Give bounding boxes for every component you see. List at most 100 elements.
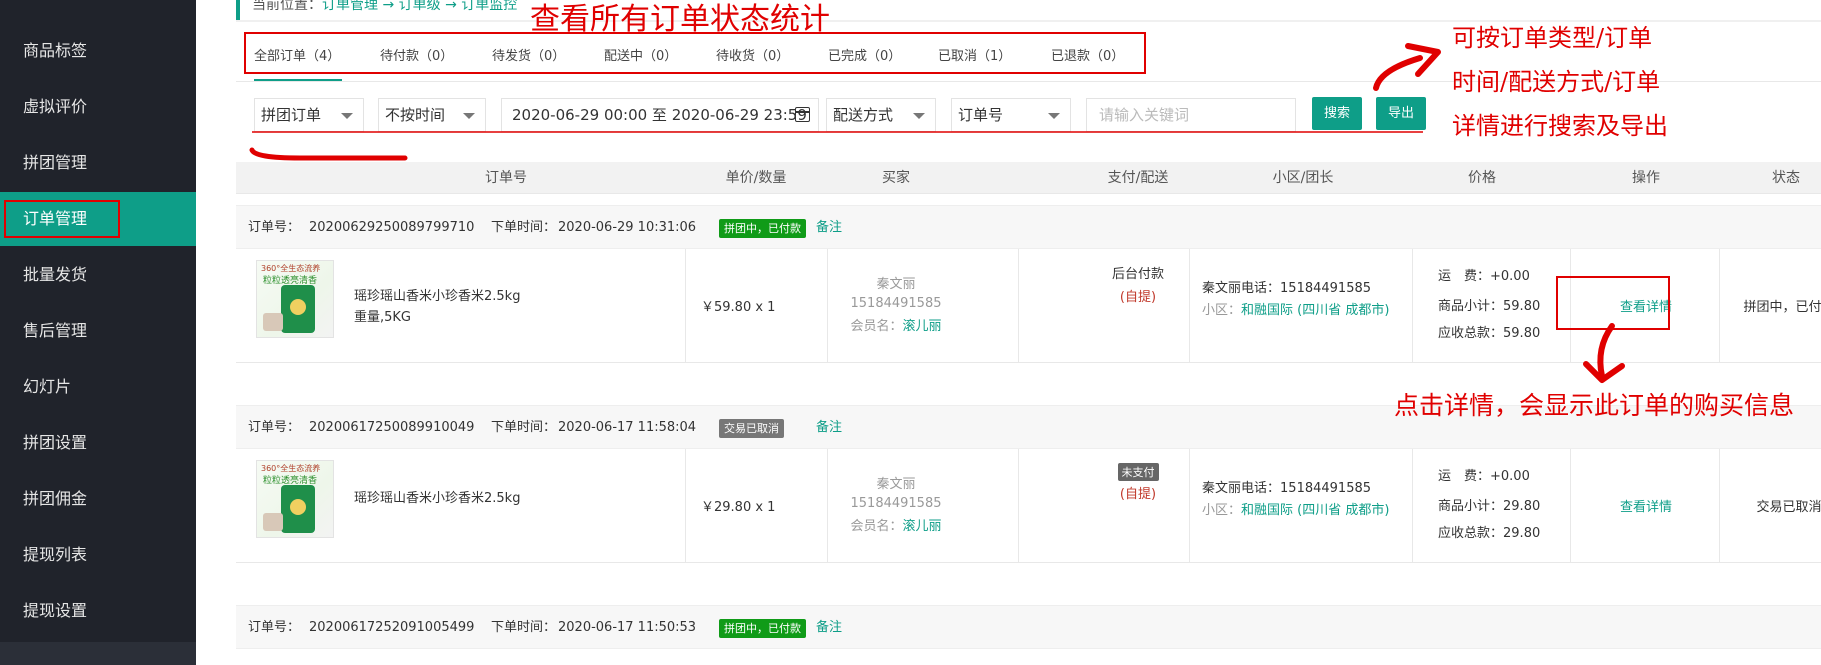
- annotation-detail: 点击详情，会显示此订单的购买信息: [1394, 391, 1795, 420]
- order-status: 拼团中，已付款: [1743, 300, 1821, 315]
- order-no-value: 20200617250089910049⁠⁠: [309, 420, 475, 435]
- remark-link[interactable]: 备注: [816, 606, 842, 650]
- sidebar-item-withdraw-list[interactable]: 提现列表: [0, 528, 196, 582]
- calendar-icon: [795, 107, 810, 122]
- sidebar-item-batch-ship[interactable]: 批量发货: [0, 248, 196, 302]
- shipping-fee: +0.00: [1490, 469, 1530, 484]
- annotation-box-view-detail: [1556, 276, 1670, 330]
- annotation-stats: 查看所有订单状态统计: [530, 2, 830, 37]
- rice-bag-icon: [281, 485, 315, 533]
- price-summary: 运 费：+0.00 商品小计：29.80 应收总款：29.80: [1402, 461, 1562, 546]
- annotation-search-line3: 详情进行搜索及导出: [1452, 112, 1668, 140]
- subtotal-value: 59.80: [1503, 299, 1541, 314]
- sidebar-item-virtual-reviews[interactable]: 虚拟评价: [0, 80, 196, 134]
- subtotal-label: 商品小计：: [1438, 299, 1504, 314]
- sidebar-item-group-settings[interactable]: 拼团设置: [0, 416, 196, 470]
- pay-delivery-info: 后台付款 (自提): [1078, 263, 1198, 305]
- header-action: 操作: [1632, 170, 1660, 186]
- header-community: 小区/团长: [1272, 170, 1334, 186]
- order-status: 交易已取消: [1756, 500, 1821, 515]
- leader-phone: 15184491585: [1280, 481, 1372, 496]
- sidebar-item-group-buy[interactable]: 拼团管理: [0, 136, 196, 190]
- order-time-value: 2020-06-17 11:58:04: [558, 420, 697, 435]
- header-status: 状态: [1772, 170, 1800, 186]
- cell-divider: [685, 249, 686, 363]
- product-name: 瑶珍瑶山香米小珍香米2.5kg: [354, 289, 521, 304]
- remark-link[interactable]: 备注: [816, 406, 842, 450]
- breadcrumb-link-monitor[interactable]: 订单监控: [461, 0, 517, 13]
- main-content: 当前位置：订单管理 → 订单级 → 订单监控 全部订单（4） 待付款（0） 待发…: [196, 0, 1821, 665]
- delivery-method-value: 配送方式: [833, 106, 894, 124]
- leader-name: 秦文丽: [1202, 281, 1242, 296]
- buyer-phone: 15184491585: [850, 296, 942, 311]
- community-link[interactable]: 和融国际 (四川省 成都市): [1241, 303, 1389, 318]
- community-link[interactable]: 和融国际 (四川省 成都市): [1241, 503, 1389, 518]
- time-mode-value: 不按时间: [385, 106, 446, 124]
- total-value: 59.80: [1503, 326, 1541, 341]
- table-header: 订单号 单价/数量 买家 支付/配送 小区/团长 价格 操作 状态: [236, 162, 1821, 194]
- cell-divider: [1018, 249, 1019, 363]
- buyer-info: 秦文丽 15184491585 会员名：滚儿丽: [796, 273, 996, 334]
- order-type-select[interactable]: 拼团订单: [254, 98, 364, 132]
- cell-divider: [1570, 449, 1571, 563]
- header-buyer: 买家: [882, 170, 910, 186]
- order-no-label: 订单号：: [248, 220, 301, 235]
- delivery-method-select[interactable]: 配送方式: [826, 98, 936, 132]
- breadcrumb-link-orders[interactable]: 订单管理: [322, 0, 378, 13]
- rice-bowl-icon: [263, 513, 283, 531]
- view-detail-link[interactable]: 查看详情: [1576, 496, 1716, 515]
- community-label: 小区：: [1202, 503, 1242, 518]
- delivery-method: (自提): [1119, 290, 1157, 305]
- chevron-down-icon: [913, 113, 925, 119]
- total-label: 应收总款：: [1438, 326, 1504, 341]
- sidebar-item-group-commission[interactable]: 拼团佣金: [0, 472, 196, 526]
- order-time-value: 2020-06-29 10:31:06: [558, 220, 697, 235]
- breadcrumb: 当前位置：订单管理 → 订单级 → 订单监控: [252, 0, 517, 14]
- community-info: 秦文丽电话：15184491585 小区：和融国际 (四川省 成都市): [1202, 478, 1402, 522]
- sidebar-item-slides[interactable]: 幻灯片: [0, 360, 196, 414]
- keyword-input[interactable]: 请输入关键词: [1086, 98, 1296, 132]
- search-field-select[interactable]: 订单号: [951, 98, 1071, 132]
- sidebar-item-after-sales[interactable]: 售后管理: [0, 304, 196, 358]
- order-no-value: 20200629250089799710: [309, 220, 475, 235]
- order-row: [236, 649, 1821, 665]
- sidebar-item-product-tags[interactable]: 商品标签: [0, 24, 196, 78]
- member-name-link[interactable]: 滚儿丽: [903, 319, 942, 334]
- export-button[interactable]: 导出: [1376, 97, 1426, 130]
- order-time-label: 下单时间：: [491, 620, 557, 635]
- shipping-label: 运 费：: [1438, 469, 1491, 484]
- phone-label: 电话：: [1241, 281, 1281, 296]
- buyer-name: 秦文丽: [876, 277, 916, 292]
- delivery-method: (自提): [1119, 487, 1157, 502]
- header-price-qty: 单价/数量: [725, 170, 787, 186]
- cell-divider: [685, 449, 686, 563]
- pay-delivery-info: 未支付 (自提): [1078, 463, 1198, 502]
- date-range-picker[interactable]: 2020-06-29 00:00 至 2020-06-29 23:59: [501, 98, 819, 132]
- order-time-label: 下单时间：: [491, 420, 557, 435]
- chevron-down-icon: [1048, 113, 1060, 119]
- cell-divider: [1018, 449, 1019, 563]
- shipping-fee: +0.00: [1490, 269, 1530, 284]
- product-name: 瑶珍瑶山香米小珍香米2.5kg: [354, 491, 521, 506]
- remark-link[interactable]: 备注: [816, 206, 842, 250]
- member-name-link[interactable]: 滚儿丽: [903, 519, 942, 534]
- breadcrumb-link-level[interactable]: 订单级: [399, 0, 441, 13]
- order-header: 订单号： 20200617252091005499⁠ 下单时间： 2020-06…: [236, 605, 1821, 649]
- status-badge: 交易已取消: [719, 419, 784, 438]
- community-info: 秦文丽电话：15184491585 小区：和融国际 (四川省 成都市): [1202, 278, 1402, 322]
- price-quantity: ￥29.80 x 1: [701, 500, 776, 515]
- header-order-no: 订单号: [485, 170, 527, 186]
- rice-bag-icon: [281, 285, 315, 333]
- order-no-label: 订单号：: [248, 620, 301, 635]
- total-label: 应收总款：: [1438, 526, 1504, 541]
- time-mode-select[interactable]: 不按时间: [378, 98, 486, 132]
- sidebar-item-withdraw-settings[interactable]: 提现设置: [0, 584, 196, 638]
- search-button[interactable]: 搜索: [1312, 97, 1362, 130]
- sidebar: 商品标签 虚拟评价 拼团管理 订单管理 批量发货 售后管理 幻灯片 拼团设置 拼…: [0, 0, 196, 665]
- buyer-name: 秦文丽: [876, 477, 916, 492]
- product-image: 360°全生态流养 粒粒透亮清香: [256, 460, 334, 538]
- subtotal-label: 商品小计：: [1438, 499, 1504, 514]
- breadcrumb-separator: →: [440, 0, 462, 13]
- member-label: 会员名：: [850, 519, 903, 534]
- unpaid-badge: 未支付: [1117, 463, 1159, 481]
